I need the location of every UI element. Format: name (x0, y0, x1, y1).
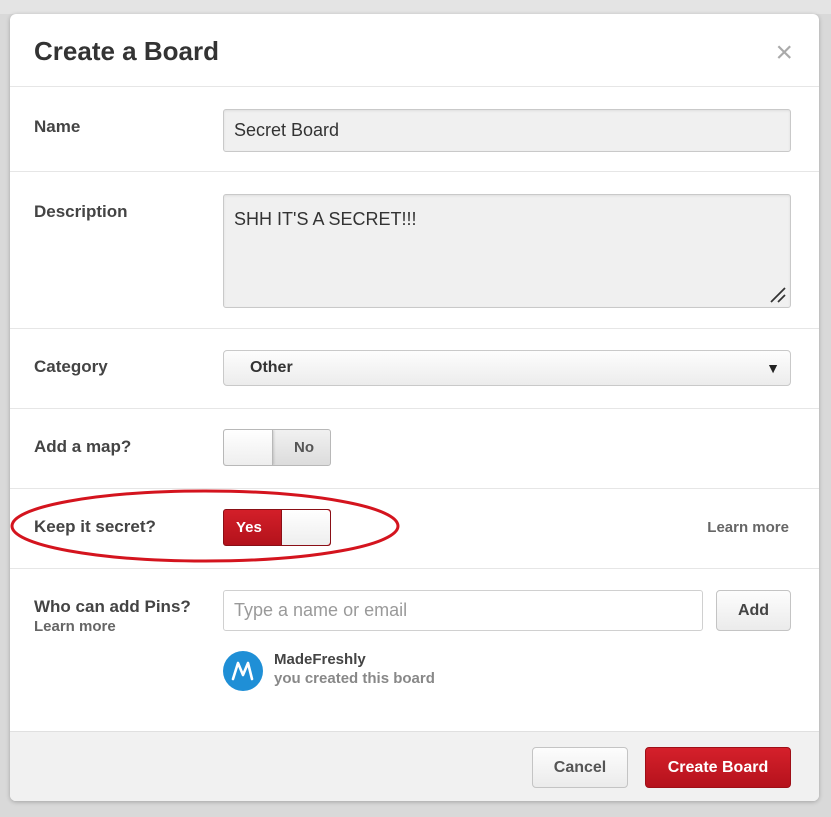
description-text: SHH IT'S A SECRET!!! (234, 209, 417, 229)
map-toggle[interactable]: No (223, 429, 331, 466)
secret-learn-more-link[interactable]: Learn more (707, 519, 789, 536)
close-icon[interactable]: × (775, 38, 793, 68)
secret-toggle-text: Yes (236, 519, 262, 536)
toggle-knob (281, 510, 330, 545)
avatar (223, 651, 263, 691)
pins-learn-more-link[interactable]: Learn more (34, 618, 116, 635)
map-row: Add a map? No (10, 409, 819, 489)
name-row: Name Secret Board (10, 87, 819, 172)
dialog-footer: Cancel Create Board (10, 731, 819, 801)
create-board-button[interactable]: Create Board (645, 747, 791, 788)
map-toggle-text: No (294, 439, 314, 456)
resize-handle-icon[interactable] (767, 284, 787, 304)
add-collaborator-button[interactable]: Add (716, 590, 791, 631)
secret-label: Keep it secret? (34, 517, 156, 536)
cancel-button[interactable]: Cancel (532, 747, 628, 788)
secret-row: Keep it secret? Yes Learn more (10, 489, 819, 569)
name-label: Name (34, 117, 81, 136)
collaborators-row: Who can add Pins? Learn more Add MadeFre… (10, 569, 819, 735)
description-textarea[interactable]: SHH IT'S A SECRET!!! (223, 194, 791, 308)
map-label: Add a map? (34, 437, 132, 456)
category-selected-value: Other (250, 359, 293, 376)
page-background (0, 0, 831, 14)
description-label: Description (34, 202, 128, 221)
chevron-down-icon: ▼ (766, 360, 780, 376)
create-board-dialog: Create a Board × Name Secret Board Descr… (10, 14, 819, 801)
pins-label: Who can add Pins? (34, 597, 191, 616)
collaborator-name: MadeFreshly (274, 651, 366, 668)
category-select[interactable]: Other ▼ (223, 350, 791, 386)
board-name-input[interactable]: Secret Board (223, 109, 791, 152)
description-row: Description SHH IT'S A SECRET!!! (10, 172, 819, 329)
toggle-knob (224, 430, 273, 465)
dialog-header: Create a Board × (10, 14, 819, 87)
dialog-title: Create a Board (34, 36, 219, 66)
collaborator-note: you created this board (274, 670, 435, 687)
secret-toggle[interactable]: Yes (223, 509, 331, 546)
invite-input[interactable] (223, 590, 703, 631)
avatar-logo-icon (231, 661, 254, 681)
category-row: Category Other ▼ (10, 329, 819, 409)
category-label: Category (34, 357, 108, 376)
